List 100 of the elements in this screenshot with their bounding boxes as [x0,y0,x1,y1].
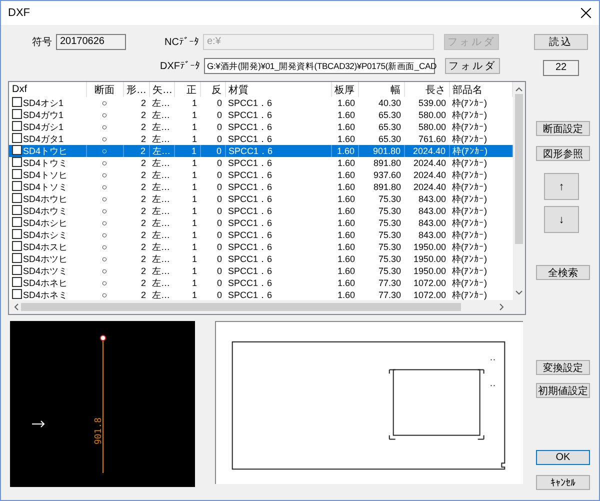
column-header[interactable]: 断面 [86,82,123,97]
arrow-button[interactable]: ↑ [544,173,579,200]
dialog-button[interactable]: 変換設定 [536,360,590,375]
checkbox[interactable] [12,133,22,143]
checkbox[interactable] [12,229,22,239]
column-header[interactable]: 長さ [404,82,449,97]
table-cell-text: ○ [100,253,108,265]
table-row[interactable]: SD4ホツヒ ○ 2 左… 1 0 SPCC1．6 1.60 75.30 1950.00 枠(ｱﾝｶｰ) [9,253,512,265]
column-header[interactable]: 形… [123,82,149,97]
table-row[interactable]: SD4ホスヒ ○ 2 左… 1 0 SPCC1．6 1.60 75.30 1950.00 枠(ｱﾝｶｰ) [9,241,512,253]
table-cell-text: 左… [151,241,171,253]
column-header[interactable]: 材質 [225,82,331,97]
checkbox[interactable] [12,277,22,287]
table-cell-text: 1 [190,169,198,181]
table-cell-text: ○ [100,181,108,193]
table-row[interactable]: SD4トソヒ ○ 2 左… 1 0 SPCC1．6 1.60 937.60 2024.40 枠(ｱﾝｶｰ) [9,169,512,181]
checkbox[interactable] [12,289,22,299]
table-row[interactable]: SD4ガウ1 ○ 2 左… 1 0 SPCC1．6 1.60 65.30 580.00 枠(ｱﾝｶｰ) [9,109,512,121]
table-cell: SPCC1．6 [225,157,331,169]
scroll-left-icon[interactable] [13,303,19,311]
arrow-button[interactable]: ↓ [544,206,579,233]
table-cell-text: 左… [151,289,171,301]
table-row[interactable]: SD4ガタ1 ○ 2 左… 1 0 SPCC1．6 1.60 65.30 761.60 枠(ｱﾝｶｰ) [9,133,512,145]
checkbox[interactable] [12,109,22,119]
table-cell-text: SPCC1．6 [227,265,274,277]
table-cell: 1.60 [331,145,358,157]
table-cell-text: 0 [216,193,223,205]
table-row[interactable]: SD4オシ1 ○ 2 左… 1 0 SPCC1．6 1.60 40.30 539.00 枠(ｱﾝｶｰ) [9,97,512,109]
close-icon[interactable] [581,8,591,18]
table-cell: 左… [149,145,174,157]
table-cell-text: 0 [216,289,223,301]
checkbox[interactable] [12,253,22,263]
arrow-icon [32,420,45,428]
table-cell-text: 2 [140,205,147,217]
code-field[interactable]: 20170626 [56,34,126,50]
dialog-button[interactable]: 図形参照 [536,146,590,161]
dialog-button[interactable]: 初期値設定 [536,383,590,398]
checkbox[interactable] [12,181,22,191]
load-button[interactable]: 読込 [534,34,588,50]
table-cell: 左… [149,97,174,109]
checkbox[interactable] [12,217,22,227]
table-cell-text: ○ [100,217,108,229]
table-row[interactable]: SD4ガシ1 ○ 2 左… 1 0 SPCC1．6 1.60 65.30 580.00 枠(ｱﾝｶｰ) [9,121,512,133]
table-cell: 枠(ｱﾝｶｰ) [449,157,512,169]
dialog-button[interactable]: 全検索 [536,265,590,280]
table-cell-text: 77.30 [377,277,402,289]
dxf-data-field[interactable]: G:¥酒井(開発)¥01_開発資料(TBCAD32)¥P0175(新画面_CAD [204,58,435,74]
dialog-button[interactable]: 断面設定 [536,121,590,136]
column-header[interactable]: 板厚 [331,82,358,97]
scroll-up-icon[interactable] [514,86,523,92]
table-cell-text: 580.00 [417,109,447,121]
checkbox[interactable] [12,157,22,167]
table-row[interactable]: SD4ホシミ ○ 2 左… 1 0 SPCC1．6 1.60 75.30 843.00 枠(ｱﾝｶｰ) [9,229,512,241]
checkbox[interactable] [12,121,22,131]
table-cell-text: 2024.40 [412,169,447,181]
checkbox[interactable] [12,193,22,203]
part-name: SD4ガウ1 [23,110,64,120]
checkbox[interactable] [12,97,22,107]
dialog-button[interactable]: OK [536,450,590,465]
table-cell-text: 2024.40 [412,181,447,193]
column-header[interactable]: 矢… [149,82,174,97]
folder-button[interactable]: フォルダ [445,58,500,74]
scroll-down-icon[interactable] [514,290,523,296]
table-cell-text: 843.00 [417,229,447,241]
part-name: SD4ホシミ [23,230,68,240]
column-header[interactable]: 幅 [358,82,404,97]
scroll-right-icon[interactable] [499,303,505,311]
column-header[interactable]: 部品名 [449,82,512,97]
vertical-scrollbar[interactable] [512,82,525,300]
table-cell-text: 0 [216,109,223,121]
part-name: SD4オシ1 [23,98,64,108]
table-row[interactable]: SD4ホウミ ○ 2 左… 1 0 SPCC1．6 1.60 75.30 843.00 枠(ｱﾝｶｰ) [9,205,512,217]
table-row[interactable]: SD4ホシヒ ○ 2 左… 1 0 SPCC1．6 1.60 75.30 843.00 枠(ｱﾝｶｰ) [9,217,512,229]
table-cell-text: 1 [190,181,198,193]
checkbox[interactable] [12,169,22,179]
horizontal-scrollbar[interactable] [9,300,525,314]
table-row[interactable]: SD4ホウヒ ○ 2 左… 1 0 SPCC1．6 1.60 75.30 843.00 枠(ｱﾝｶｰ) [9,193,512,205]
table-cell: 2024.40 [404,157,449,169]
column-header[interactable]: 反 [200,82,225,97]
part-name: SD4ホシヒ [23,218,68,228]
table-cell-text: ○ [100,241,108,253]
table-row[interactable]: SD4ホネヒ ○ 2 左… 1 0 SPCC1．6 1.60 77.30 1072.00 枠(ｱﾝｶｰ) [9,277,512,289]
table-cell-text: 65.30 [377,121,402,133]
table-cell-text: ○ [100,169,108,181]
dialog-button[interactable]: ｷｬﾝｾﾙ [536,475,590,490]
checkbox[interactable] [12,265,22,275]
table-row[interactable]: SD4トウミ ○ 2 左… 1 0 SPCC1．6 1.60 891.80 2024.40 枠(ｱﾝｶｰ) [9,157,512,169]
table-row[interactable]: SD4トソミ ○ 2 左… 1 0 SPCC1．6 1.60 891.80 2024.40 枠(ｱﾝｶｰ) [9,181,512,193]
checkbox[interactable] [12,145,22,155]
checkbox[interactable] [12,205,22,215]
table-row[interactable]: SD4トウヒ ○ 2 左… 1 0 SPCC1．6 1.60 901.80 2024.40 枠(ｱﾝｶｰ) [9,145,512,157]
checkbox[interactable] [12,241,22,251]
table-row[interactable]: SD4ホネミ ○ 2 左… 1 0 SPCC1．6 1.60 77.30 1072.00 枠(ｱﾝｶｰ) [9,289,512,301]
table-cell-text: 枠(ｱﾝｶｰ) [451,205,488,217]
table-cell-text: 枠(ｱﾝｶｰ) [451,241,488,253]
table-cell: 1 [174,157,200,169]
table-row[interactable]: SD4ホツミ ○ 2 左… 1 0 SPCC1．6 1.60 75.30 1950.00 枠(ｱﾝｶｰ) [9,265,512,277]
table-cell-text: 0 [216,253,223,265]
table-cell-text: 75.30 [377,241,402,253]
column-header[interactable]: 正 [174,82,200,97]
